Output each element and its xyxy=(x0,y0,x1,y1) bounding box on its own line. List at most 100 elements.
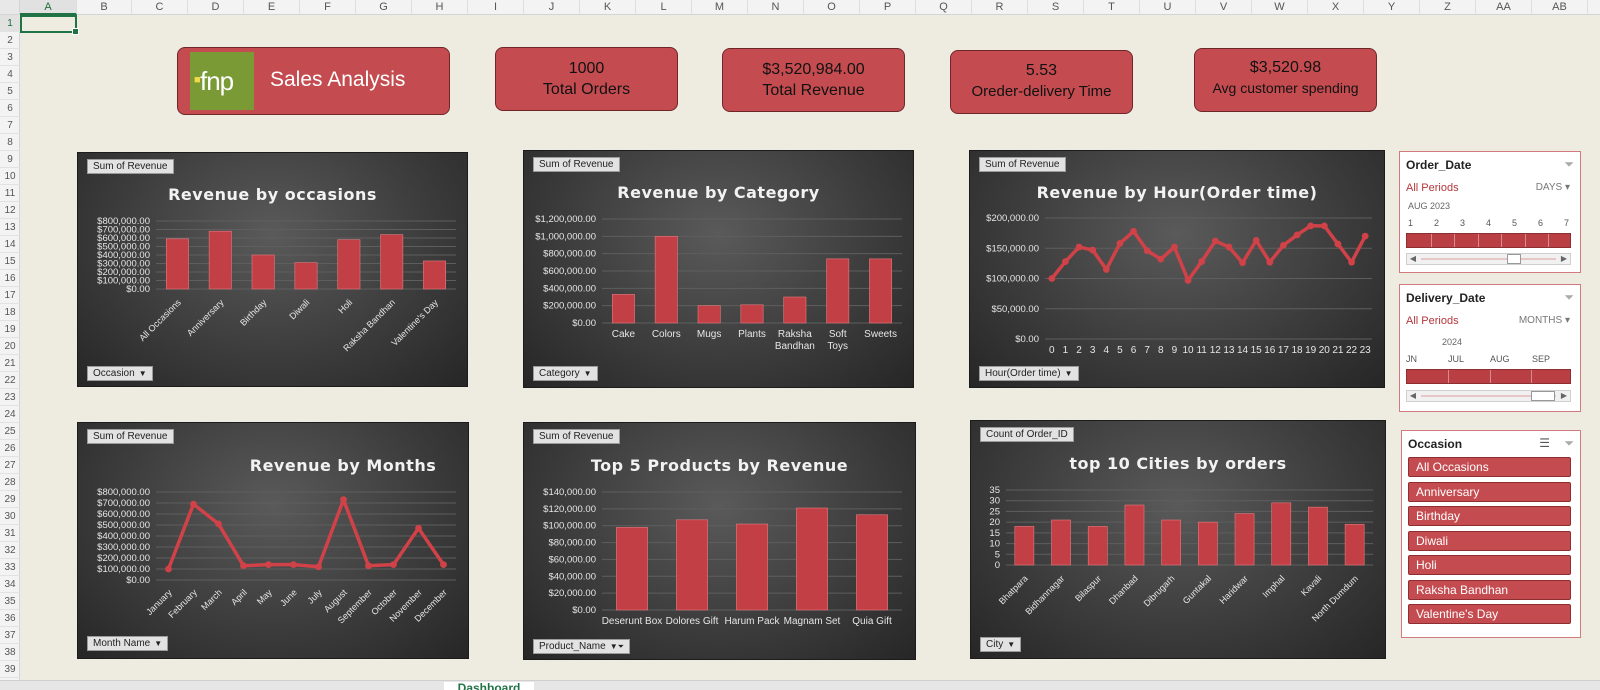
column-header-k[interactable]: K xyxy=(580,0,636,15)
occasion-item[interactable]: Raksha Bandhan xyxy=(1408,579,1571,600)
column-header-b[interactable]: B xyxy=(77,0,132,15)
row-header-9[interactable]: 9 xyxy=(0,151,20,168)
chart-revenue-by-hour[interactable]: $200,000.00 $150,000.00 $100,000.00 $50,000… xyxy=(969,150,1385,388)
product-name-field-button[interactable]: Product_Name ▼⏷ xyxy=(533,639,631,654)
clear-filter-icon[interactable]: ⏷ xyxy=(1564,157,1574,172)
column-header-n[interactable]: N xyxy=(748,0,804,15)
row-header-32[interactable]: 32 xyxy=(0,542,20,559)
row-header-28[interactable]: 28 xyxy=(0,474,20,491)
column-header-q[interactable]: Q xyxy=(916,0,972,15)
clear-filter-icon[interactable]: ⏷ xyxy=(1564,290,1574,305)
column-header-r[interactable]: R xyxy=(972,0,1028,15)
column-header-e[interactable]: E xyxy=(244,0,300,15)
active-cell-a1[interactable] xyxy=(20,15,79,35)
column-header-j[interactable]: J xyxy=(524,0,580,15)
row-header-18[interactable]: 18 xyxy=(0,304,20,321)
row-header-34[interactable]: 34 xyxy=(0,576,20,593)
scroll-right-icon[interactable]: ▶ xyxy=(1558,253,1570,265)
row-header-13[interactable]: 13 xyxy=(0,219,20,236)
value-field-button[interactable]: Count of Order_ID xyxy=(980,427,1074,442)
row-header-26[interactable]: 26 xyxy=(0,440,20,457)
column-header-z[interactable]: Z xyxy=(1420,0,1476,15)
value-field-button[interactable]: Sum of Revenue xyxy=(979,157,1066,172)
column-header-l[interactable]: L xyxy=(636,0,692,15)
row-header-10[interactable]: 10 xyxy=(0,168,20,185)
timeline-bar[interactable] xyxy=(1406,369,1571,384)
chart-revenue-by-occasions[interactable]: $800,000.00 $700,000.00 $600,000.00 $500,00… xyxy=(77,152,468,387)
column-header-aa[interactable]: AA xyxy=(1476,0,1532,15)
column-header-ab[interactable]: AB xyxy=(1532,0,1588,15)
row-header-1[interactable]: 1 xyxy=(0,15,20,32)
row-header-20[interactable]: 20 xyxy=(0,338,20,355)
occasion-field-button[interactable]: Occasion ▼ xyxy=(87,366,153,381)
row-header-7[interactable]: 7 xyxy=(0,117,20,134)
row-header-36[interactable]: 36 xyxy=(0,610,20,627)
row-header-38[interactable]: 38 xyxy=(0,644,20,661)
timeline-scrollbar[interactable]: ◀ ▶ xyxy=(1406,390,1571,402)
occasion-slicer[interactable]: Occasion ☰ ⏷ All Occasions Anniversary Bir… xyxy=(1401,430,1581,638)
column-header-t[interactable]: T xyxy=(1084,0,1140,15)
occasion-item[interactable]: Birthday xyxy=(1408,506,1571,526)
scroll-thumb[interactable] xyxy=(1507,254,1521,264)
chart-revenue-by-category[interactable]: $1,200,000.00 $1,000,000.00 $800,000.00 $60… xyxy=(523,150,914,388)
row-header-33[interactable]: 33 xyxy=(0,559,20,576)
timeline-bar[interactable] xyxy=(1406,233,1571,248)
occasion-item[interactable]: Valentine's Day xyxy=(1408,604,1571,624)
row-header-8[interactable]: 8 xyxy=(0,134,20,151)
chart-top-5-products[interactable]: $140,000.00 $120,000.00 $100,000.00 $80,000… xyxy=(523,422,916,660)
value-field-button[interactable]: Sum of Revenue xyxy=(533,157,620,172)
row-header-3[interactable]: 3 xyxy=(0,49,20,66)
column-header-x[interactable]: X xyxy=(1308,0,1364,15)
row-header-35[interactable]: 35 xyxy=(0,593,20,610)
column-header-m[interactable]: M xyxy=(692,0,748,15)
row-header-15[interactable]: 15 xyxy=(0,253,20,270)
column-header-u[interactable]: U xyxy=(1140,0,1196,15)
column-header-a[interactable]: A xyxy=(20,0,77,15)
row-header-29[interactable]: 29 xyxy=(0,491,20,508)
row-header-6[interactable]: 6 xyxy=(0,100,20,117)
value-field-button[interactable]: Sum of Revenue xyxy=(533,429,620,444)
timeline-scrollbar[interactable]: ◀ ▶ xyxy=(1406,253,1571,265)
row-header-2[interactable]: 2 xyxy=(0,32,20,49)
column-header-f[interactable]: F xyxy=(300,0,356,15)
scroll-thumb[interactable] xyxy=(1531,391,1555,401)
category-field-button[interactable]: Category ▼ xyxy=(533,366,598,381)
order-date-timeline-slicer[interactable]: Order_Date ⏷ All Periods DAYS ▾ AUG 2023… xyxy=(1399,151,1581,273)
row-header-11[interactable]: 11 xyxy=(0,185,20,202)
occasion-item[interactable]: All Occasions xyxy=(1408,457,1571,477)
column-header-o[interactable]: O xyxy=(804,0,860,15)
row-header-16[interactable]: 16 xyxy=(0,270,20,287)
row-header-5[interactable]: 5 xyxy=(0,83,20,100)
sheet-tab-dashboard[interactable]: Dashboard xyxy=(444,682,534,690)
row-header-25[interactable]: 25 xyxy=(0,423,20,440)
row-header-39[interactable]: 39 xyxy=(0,661,20,678)
clear-filter-icon[interactable]: ⏷ xyxy=(1564,436,1574,451)
occasion-item[interactable]: Holi xyxy=(1408,555,1571,575)
column-header-s[interactable]: S xyxy=(1028,0,1084,15)
time-level-dropdown[interactable]: DAYS ▾ xyxy=(1536,182,1570,193)
select-all-corner[interactable] xyxy=(0,0,20,15)
hour-field-button[interactable]: Hour(Order time) ▼ xyxy=(979,366,1079,381)
row-header-27[interactable]: 27 xyxy=(0,457,20,474)
column-header-i[interactable]: I xyxy=(468,0,524,15)
delivery-date-timeline-slicer[interactable]: Delivery_Date ⏷ All Periods MONTHS ▾ 202… xyxy=(1399,284,1581,412)
time-level-dropdown[interactable]: MONTHS ▾ xyxy=(1519,315,1570,326)
column-header-y[interactable]: Y xyxy=(1364,0,1420,15)
value-field-button[interactable]: Sum of Revenue xyxy=(87,159,174,174)
value-field-button[interactable]: Sum of Revenue xyxy=(87,429,174,444)
multi-select-icon[interactable]: ☰ xyxy=(1539,436,1550,450)
occasion-item[interactable]: Anniversary xyxy=(1408,481,1571,502)
row-header-37[interactable]: 37 xyxy=(0,627,20,644)
column-header-g[interactable]: G xyxy=(356,0,412,15)
occasion-item[interactable]: Diwali xyxy=(1408,530,1571,551)
row-header-30[interactable]: 30 xyxy=(0,508,20,525)
column-header-h[interactable]: H xyxy=(412,0,468,15)
column-header-p[interactable]: P xyxy=(860,0,916,15)
city-field-button[interactable]: City ▼ xyxy=(980,637,1022,652)
row-header-23[interactable]: 23 xyxy=(0,389,20,406)
row-header-4[interactable]: 4 xyxy=(0,66,20,83)
row-header-22[interactable]: 22 xyxy=(0,372,20,389)
scroll-left-icon[interactable]: ◀ xyxy=(1407,390,1419,402)
row-header-19[interactable]: 19 xyxy=(0,321,20,338)
scroll-right-icon[interactable]: ▶ xyxy=(1558,390,1570,402)
